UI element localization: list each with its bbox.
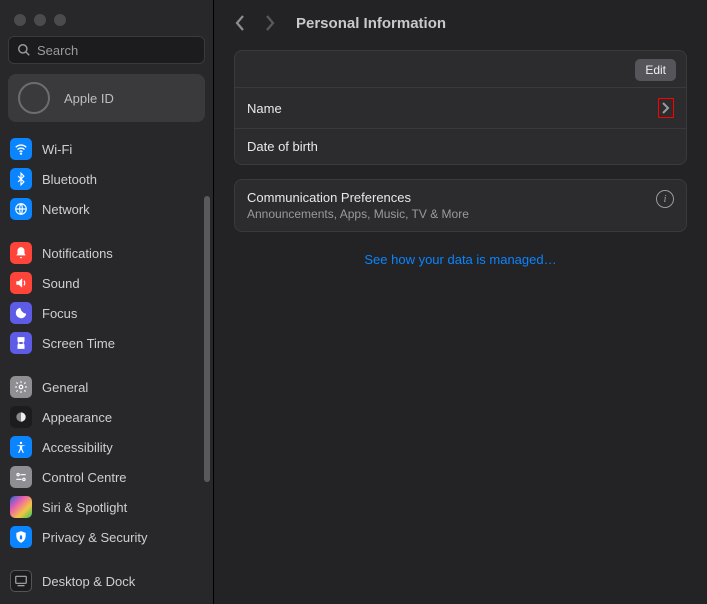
sidebar-item-label: Appearance (42, 410, 112, 425)
dob-row[interactable]: Date of birth (235, 128, 686, 164)
notifications-icon (10, 242, 32, 264)
scrollbar-thumb[interactable] (204, 196, 210, 482)
sidebar-item-focus[interactable]: Focus (0, 298, 213, 328)
page-title: Personal Information (296, 15, 446, 32)
sidebar-item-general[interactable]: General (0, 372, 213, 402)
apple-id-card[interactable]: Apple ID (8, 74, 205, 122)
avatar (18, 82, 50, 114)
close-window-button[interactable] (14, 14, 26, 26)
sidebar: Apple ID Wi-Fi Bluetooth Network Notificati… (0, 0, 214, 604)
sidebar-item-label: Siri & Spotlight (42, 500, 127, 515)
sidebar-item-screen-time[interactable]: Screen Time (0, 328, 213, 358)
personal-info-card: Edit Name Date of birth (234, 50, 687, 165)
sidebar-item-label: Privacy & Security (42, 530, 147, 545)
communication-preferences-title: Communication Preferences (247, 190, 469, 205)
sidebar-item-notifications[interactable]: Notifications (0, 238, 213, 268)
data-management-link[interactable]: See how your data is managed… (234, 246, 687, 273)
fullscreen-window-button[interactable] (54, 14, 66, 26)
accessibility-icon (10, 436, 32, 458)
sidebar-item-accessibility[interactable]: Accessibility (0, 432, 213, 462)
privacy-icon (10, 526, 32, 548)
sidebar-item-label: Bluetooth (42, 172, 97, 187)
sidebar-item-label: Notifications (42, 246, 113, 261)
sidebar-item-bluetooth[interactable]: Bluetooth (0, 164, 213, 194)
sidebar-item-desktop-dock[interactable]: Desktop & Dock (0, 566, 213, 596)
focus-icon (10, 302, 32, 324)
sidebar-item-label: Desktop & Dock (42, 574, 135, 589)
main-panel: Personal Information Edit Name Date of b… (214, 0, 707, 604)
sidebar-item-label: Focus (42, 306, 77, 321)
sidebar-item-label: Screen Time (42, 336, 115, 351)
search-icon (17, 43, 31, 57)
sidebar-item-appearance[interactable]: Appearance (0, 402, 213, 432)
wifi-icon (10, 138, 32, 160)
sidebar-item-label: General (42, 380, 88, 395)
communication-preferences-card[interactable]: Communication Preferences Announcements,… (234, 179, 687, 232)
search-input[interactable] (37, 43, 213, 58)
edit-button[interactable]: Edit (635, 59, 676, 81)
bluetooth-icon (10, 168, 32, 190)
sound-icon (10, 272, 32, 294)
sidebar-item-label: Control Centre (42, 470, 127, 485)
forward-button[interactable] (264, 16, 276, 30)
chevron-right-icon (658, 98, 674, 118)
sidebar-item-privacy-security[interactable]: Privacy & Security (0, 522, 213, 552)
sidebar-item-wi-fi[interactable]: Wi-Fi (0, 134, 213, 164)
desktop-icon (10, 570, 32, 592)
sidebar-item-label: Sound (42, 276, 80, 291)
general-icon (10, 376, 32, 398)
info-icon[interactable]: i (656, 190, 674, 208)
name-row[interactable]: Name (235, 87, 686, 128)
controlcentre-icon (10, 466, 32, 488)
window-controls (0, 0, 213, 36)
main-header: Personal Information (214, 0, 707, 46)
sidebar-item-sound[interactable]: Sound (0, 268, 213, 298)
sidebar-item-label: Network (42, 202, 90, 217)
name-row-label: Name (247, 101, 282, 116)
siri-icon (10, 496, 32, 518)
sidebar-item-network[interactable]: Network (0, 194, 213, 224)
sidebar-item-control-centre[interactable]: Control Centre (0, 462, 213, 492)
sidebar-scroll: Wi-Fi Bluetooth Network Notifications Sound F… (0, 134, 213, 604)
apple-id-label: Apple ID (64, 91, 114, 106)
minimize-window-button[interactable] (34, 14, 46, 26)
back-button[interactable] (234, 16, 246, 30)
dob-row-label: Date of birth (247, 139, 318, 154)
search-field[interactable] (8, 36, 205, 64)
sidebar-item-label: Accessibility (42, 440, 113, 455)
sidebar-item-label: Wi-Fi (42, 142, 72, 157)
network-icon (10, 198, 32, 220)
communication-preferences-subtitle: Announcements, Apps, Music, TV & More (247, 207, 469, 221)
sidebar-item-siri-spotlight[interactable]: Siri & Spotlight (0, 492, 213, 522)
appearance-icon (10, 406, 32, 428)
screentime-icon (10, 332, 32, 354)
